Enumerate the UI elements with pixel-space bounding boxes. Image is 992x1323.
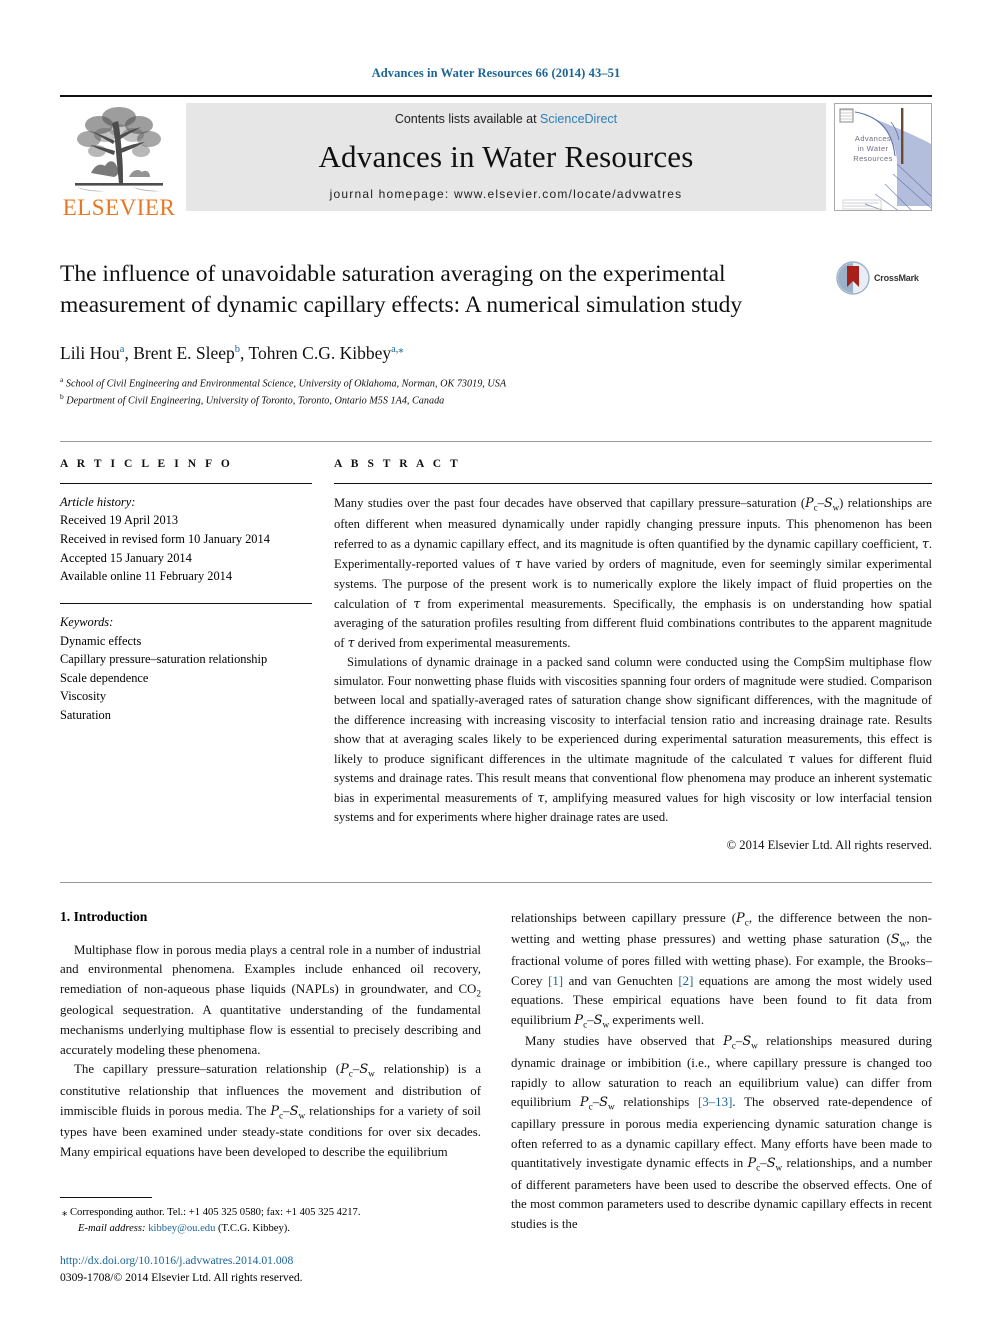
sciencedirect-link[interactable]: ScienceDirect (540, 112, 617, 126)
article-page: Advances in Water Resources 66 (2014) 43… (0, 0, 992, 1323)
footnote-rule (60, 1197, 152, 1199)
info-abstract-section: A R T I C L E I N F O Article history: R… (60, 440, 932, 856)
elsevier-wordmark: ELSEVIER (62, 195, 176, 220)
affiliation-mark: a (60, 374, 64, 384)
email-owner: (T.C.G. Kibbey). (218, 1223, 290, 1235)
keyword-item: Scale dependence (60, 670, 149, 685)
author-name: Tohren C.G. Kibbey (248, 342, 392, 363)
footnote-email: E-mail address: kibbey@ou.edu (T.C.G. Ki… (60, 1221, 480, 1237)
divider (60, 482, 312, 484)
journal-title: Advances in Water Resources (318, 138, 694, 174)
history-item: Accepted 15 January 2014 (60, 550, 192, 565)
affiliations: a School of Civil Engineering and Enviro… (60, 375, 826, 409)
doi-link[interactable]: http://dx.doi.org/10.1016/j.advwatres.20… (60, 1253, 560, 1270)
divider (60, 602, 312, 604)
history-item: Received in revised form 10 January 2014 (60, 532, 270, 547)
cover-title-line-1: Advances (854, 134, 892, 143)
author-affil-mark: b (234, 343, 241, 355)
title-column: The influence of unavoidable saturation … (60, 259, 836, 409)
abstract-paragraph-1: Many studies over the past four decades … (334, 494, 932, 650)
elsevier-logo: ELSEVIER (60, 97, 178, 219)
issn-copyright: 0309-1708/© 2014 Elsevier Ltd. All right… (60, 1271, 303, 1285)
journal-band: Contents lists available at ScienceDirec… (186, 103, 826, 211)
history-item: Received 19 April 2013 (60, 513, 179, 528)
keyword-item: Dynamic effects (60, 633, 142, 648)
author-name: Lili Hou (60, 342, 120, 363)
running-head: Advances in Water Resources 66 (2014) 43… (371, 66, 621, 80)
cover-journal-title: Advances in Water Resources (843, 134, 903, 164)
abstract-copyright: © 2014 Elsevier Ltd. All rights reserved… (726, 838, 932, 853)
intro-paragraph-4: Many studies have observed that Pc–Sw re… (511, 1034, 932, 1232)
citation-link[interactable]: [2] (678, 974, 693, 988)
elsevier-tree-icon (75, 107, 163, 192)
footnote-corresponding: ⁎ Corresponding author. Tel.: +1 405 325… (60, 1205, 480, 1221)
intro-paragraph-2: The capillary pressure–saturation relati… (60, 1062, 482, 1159)
crossmark-icon (836, 261, 870, 295)
journal-cover-thumbnail[interactable]: Advances in Water Resources (834, 103, 932, 211)
crossmark-badge[interactable]: CrossMark (836, 259, 932, 295)
footnote-star: ⁎ (62, 1207, 68, 1219)
abstract-column: A B S T R A C T Many studies over the pa… (334, 458, 932, 856)
article-history-label: Article history: (60, 494, 136, 509)
affiliation-text: Department of Civil Engineering, Univers… (66, 395, 445, 407)
abstract-paragraph-2: Simulations of dynamic drainage in a pac… (334, 655, 933, 825)
affiliation-a: a School of Civil Engineering and Enviro… (60, 375, 826, 392)
keyword-item: Saturation (60, 707, 111, 722)
author-affil-mark: a,⁎ (391, 343, 404, 355)
abstract-heading: A B S T R A C T (334, 457, 461, 470)
keyword-item: Capillary pressure–saturation relationsh… (60, 652, 268, 667)
keyword-item: Viscosity (60, 689, 107, 704)
divider (334, 482, 932, 484)
corresponding-author-footnote: ⁎ Corresponding author. Tel.: +1 405 325… (60, 1197, 480, 1237)
article-body: 1. Introduction Multiphase flow in porou… (60, 909, 932, 1309)
title-block: The influence of unavoidable saturation … (60, 259, 932, 409)
article-info-column: A R T I C L E I N F O Article history: R… (60, 458, 312, 856)
section-heading-introduction: 1. Introduction (60, 908, 148, 924)
intro-paragraph-3: relationships between capillary pressure… (511, 910, 932, 1031)
contents-prefix: Contents lists available at (394, 112, 541, 126)
body-column-right: relationships between capillary pressure… (511, 909, 932, 1309)
history-item: Available online 11 February 2014 (60, 569, 233, 584)
divider (60, 881, 932, 883)
affiliation-b: b Department of Civil Engineering, Unive… (60, 392, 826, 409)
author-affil-mark: a (119, 343, 125, 355)
contents-list-line: Contents lists available at ScienceDirec… (395, 112, 617, 126)
affiliation-text: School of Civil Engineering and Environm… (65, 377, 507, 389)
author-list: Lili Houa, Brent E. Sleepb, Tohren C.G. … (60, 342, 404, 363)
footnote-corresponding-text: Corresponding author. Tel.: +1 405 325 0… (69, 1207, 361, 1219)
cover-title-line-2: in Water (857, 144, 889, 154)
citation-link[interactable]: [1] (548, 974, 563, 988)
keywords-label: Keywords: (60, 614, 114, 629)
journal-masthead: ELSEVIER Contents lists available at Sci… (60, 95, 932, 219)
page-footer: http://dx.doi.org/10.1016/j.advwatres.20… (60, 1253, 560, 1287)
author-name: Brent E. Sleep (133, 342, 235, 363)
keywords-list: Dynamic effects Capillary pressure–satur… (60, 632, 312, 725)
email-link[interactable]: kibbey@ou.edu (148, 1223, 215, 1234)
article-history-list: Received 19 April 2013 Received in revis… (60, 511, 312, 585)
crossmark-label: CrossMark (874, 273, 919, 283)
article-info-heading: A R T I C L E I N F O (60, 457, 233, 470)
abstract-body: Many studies over the past four decades … (334, 493, 932, 856)
intro-paragraph-1: Multiphase flow in porous media plays a … (60, 942, 481, 1057)
cover-title-line-3: Resources (853, 154, 893, 164)
journal-homepage[interactable]: journal homepage: www.elsevier.com/locat… (330, 187, 683, 201)
email-label: E-mail address: (78, 1223, 146, 1235)
citation-link[interactable]: [3–13] (698, 1095, 732, 1109)
body-column-left: 1. Introduction Multiphase flow in porou… (60, 909, 481, 1309)
page-title: The influence of unavoidable saturation … (60, 261, 743, 319)
affiliation-mark: b (60, 391, 64, 401)
